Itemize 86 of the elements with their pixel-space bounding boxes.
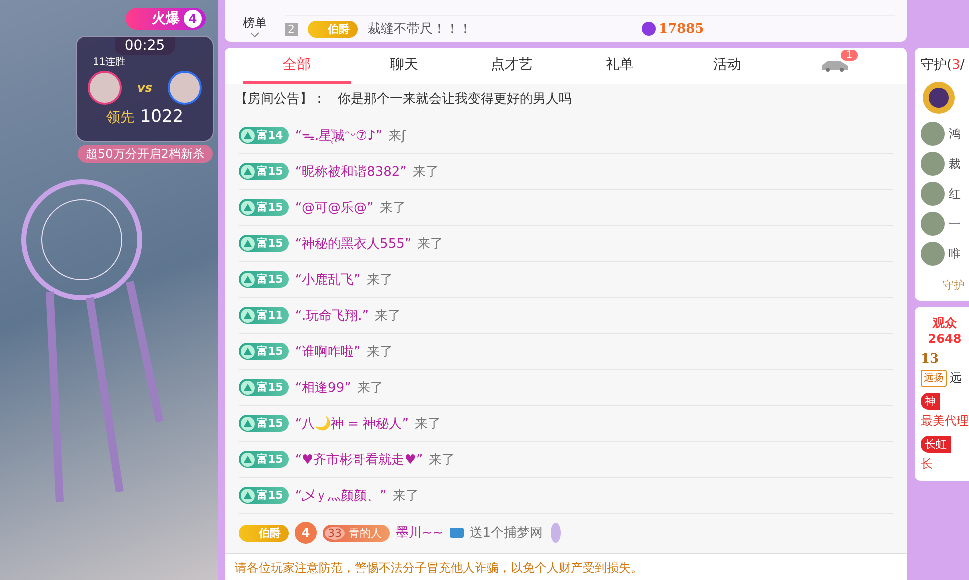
wealth-badge: 富15 (239, 343, 290, 360)
user-name[interactable]: “♥齐市彬哥看就走♥” (295, 450, 424, 468)
member-name[interactable]: 唯 (949, 246, 961, 262)
wealth-badge: 富15 (239, 199, 290, 216)
enter-text: 来了 (375, 308, 402, 324)
member-name[interactable]: 裁 (949, 156, 961, 172)
user-name[interactable]: “乄ｙ灬颜颜、” (295, 486, 387, 504)
guard-link[interactable]: 守护 (921, 272, 969, 293)
lead-score: 1022 (140, 107, 184, 127)
user-name[interactable]: “八🌙神 = 神秘人” (295, 414, 409, 432)
ticket-icon (450, 528, 464, 538)
user-name[interactable]: “谁啊咋啦” (295, 342, 361, 360)
member-name[interactable]: 鸿 (949, 126, 961, 142)
fan-badge: 33 青的人 (323, 524, 390, 542)
warning-notice: 请各位玩家注意防范，警惕不法分子冒充他人诈骗，以免个人财产受到损失。 (225, 553, 907, 580)
tab[interactable]: 活动 (674, 48, 782, 84)
rank-title: 榜单 (243, 15, 267, 32)
win-streak: 11连胜 (93, 56, 126, 69)
avatar (88, 71, 122, 105)
enter-text: 来ʃ (388, 128, 406, 144)
title-tag: 神 (921, 393, 940, 410)
wealth-badge: 富15 (239, 415, 290, 432)
tab[interactable]: 礼单 (566, 48, 674, 84)
wealth-badge: 富15 (239, 235, 290, 252)
wealth-badge: 富14 (239, 127, 290, 144)
user-name[interactable]: 墨川~~ (396, 524, 444, 542)
enter-text: 来了 (366, 344, 393, 360)
user-name[interactable]: “ᯓ.星꙰城ᵔᵕ⑦♪” (295, 126, 383, 145)
avatar (168, 71, 202, 105)
wealth-badge: 富15 (239, 271, 290, 288)
car-tab[interactable]: 1 (781, 48, 890, 84)
tab[interactable]: 点才艺 (458, 48, 566, 84)
user-name[interactable]: “昵称被和谐8382” (295, 162, 407, 180)
wealth-badge: 富15 (239, 163, 290, 180)
enter-text: 来了 (414, 416, 441, 432)
avatar (921, 212, 945, 236)
announcement-label: 【房间公告】： (235, 91, 326, 108)
avatar (921, 152, 945, 176)
title-tag: 长虹 (921, 436, 951, 453)
audience-count: 2648 (928, 332, 962, 346)
heat-label: 火爆 (152, 10, 180, 28)
enter-text: 来了 (392, 488, 419, 504)
user-name[interactable]: “.玩命飞翔.” (295, 306, 370, 324)
wealth-badge: 富15 (239, 487, 290, 504)
rank-badge: 伯爵 (308, 20, 358, 38)
avatar (921, 122, 945, 146)
announcement-text: 你是那个一来就会让我变得更好的男人吗 (338, 91, 572, 108)
enter-text: 来了 (418, 236, 444, 252)
user-name[interactable]: “小鹿乱飞” (295, 270, 361, 288)
viewer-name[interactable]: 远 (950, 370, 962, 387)
member-name[interactable]: 一 (949, 216, 961, 232)
gift-text: 送1个捕梦网 (470, 525, 544, 542)
count-badge: 1 (841, 50, 858, 61)
avatar (921, 182, 945, 206)
wealth-badge: 富11 (239, 307, 290, 324)
rank-name: 裁缝不带尺！！！ (368, 21, 473, 38)
viewer-tag: 远扬 (921, 370, 947, 387)
guard-title: 守护(3/ (921, 57, 966, 74)
enter-text: 来了 (366, 272, 393, 288)
rank-score: 17885 (642, 22, 704, 36)
wealth-badge: 富15 (239, 451, 290, 468)
viewer-name[interactable]: 长 (921, 456, 933, 473)
level-number: 13 (921, 352, 940, 367)
avatar (921, 242, 945, 266)
lead-label: 领先 (106, 109, 134, 127)
pk-banner: 超50万分开启2档新杀 (78, 145, 213, 163)
audience-label: 观众 (933, 315, 957, 332)
user-name[interactable]: “@可@乐@” (295, 198, 374, 216)
viewer-name[interactable]: 最美代理 (921, 413, 969, 430)
user-name[interactable]: “相逢99” (295, 378, 352, 396)
enter-text: 来了 (380, 200, 406, 216)
rank-badge: 伯爵 (239, 524, 289, 542)
tab[interactable]: 全部 (243, 48, 351, 84)
vs-label: vs (138, 81, 152, 95)
user-name[interactable]: “神秘的黑衣人555” (295, 234, 412, 252)
tab[interactable]: 聊天 (350, 48, 458, 84)
enter-text: 来了 (429, 452, 456, 468)
enter-text: 来了 (412, 164, 439, 180)
enter-text: 来了 (357, 380, 384, 396)
member-name[interactable]: 红 (949, 186, 961, 202)
pk-timer: 00:25 (114, 37, 176, 55)
rank-number: 2 (285, 22, 298, 36)
medal-badge: 4 (295, 522, 317, 544)
wealth-badge: 富15 (239, 379, 290, 396)
chevron-icon[interactable] (250, 32, 260, 38)
heat-count: 4 (184, 10, 202, 28)
